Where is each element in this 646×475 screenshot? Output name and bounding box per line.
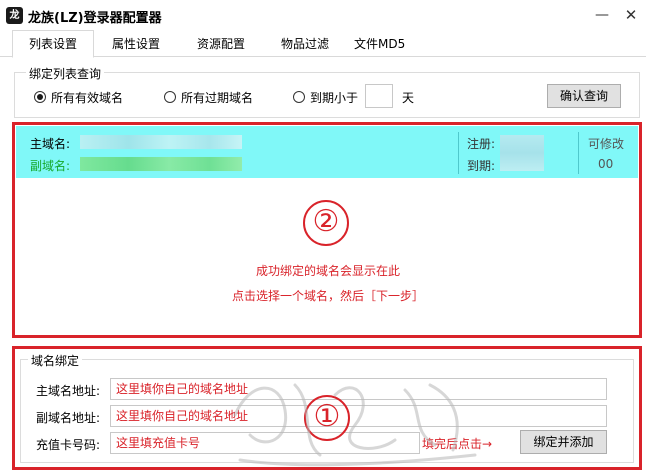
radio-expired-domains-label[interactable]: 所有过期域名 [181,89,253,106]
app-logo-icon: 龙 [6,7,23,24]
days-input[interactable] [365,84,393,108]
window-title: 龙族(LZ)登录器配置器 [28,11,162,26]
tab-list-settings[interactable]: 列表设置 [12,30,94,58]
query-group-legend: 绑定列表查询 [26,65,105,82]
close-button[interactable]: ✕ [617,4,645,26]
tab-attribute-settings[interactable]: 属性设置 [108,33,164,57]
sub-domain-address-input[interactable]: 这里填你自己的域名地址 [110,405,607,427]
modify-count: 00 [598,157,614,171]
radio-expire-within-label[interactable]: 到期小于 [310,89,358,106]
annotation-list-hint-1: 成功绑定的域名会显示在此 [255,264,400,278]
fill-then-click-hint: 填完后点击→ [422,437,493,451]
recharge-card-label: 充值卡号码: [36,438,101,452]
main-domain-address-input[interactable]: 这里填你自己的域名地址 [110,378,607,400]
recharge-card-input[interactable]: 这里填充值卡号 [110,432,420,454]
column-divider [458,132,459,174]
tab-resource-config[interactable]: 资源配置 [193,33,249,57]
main-domain-label: 主域名: [30,137,71,151]
radio-valid-domains-label[interactable]: 所有有效域名 [51,89,123,106]
days-unit-label: 天 [402,91,415,105]
annotation-list-hint-2: 点击选择一个域名，然后［下一步］ [231,289,424,303]
sub-domain-address-label: 副域名地址: [36,411,101,425]
bind-and-add-button[interactable]: 绑定并添加 [520,430,607,454]
annotation-circle-one: ① [304,395,350,441]
radio-expired-domains[interactable] [164,91,176,103]
sub-domain-blurred-value [80,157,242,171]
main-domain-blurred-value [80,135,242,149]
sub-domain-label: 副域名: [30,159,71,173]
tab-file-md5[interactable]: 文件MD5 [350,33,409,57]
dates-blurred-value [500,135,544,171]
radio-expire-within[interactable] [293,91,305,103]
column-divider [578,132,579,174]
minimize-button[interactable]: — [588,4,616,26]
title-bar: 龙 龙族(LZ)登录器配置器 — ✕ [0,0,646,30]
modifiable-label: 可修改 [588,137,625,151]
binding-group-legend: 域名绑定 [28,352,83,369]
register-date-label: 注册: [467,137,496,151]
tab-bar: 列表设置 属性设置 资源配置 物品过滤 文件MD5 [0,30,646,58]
expire-date-label: 到期: [467,159,496,173]
tab-item-filter[interactable]: 物品过滤 [277,33,333,57]
confirm-query-button[interactable]: 确认查询 [547,84,621,108]
main-domain-address-label: 主域名地址: [36,384,101,398]
annotation-circle-two: ② [303,200,349,246]
radio-valid-domains[interactable] [34,91,46,103]
